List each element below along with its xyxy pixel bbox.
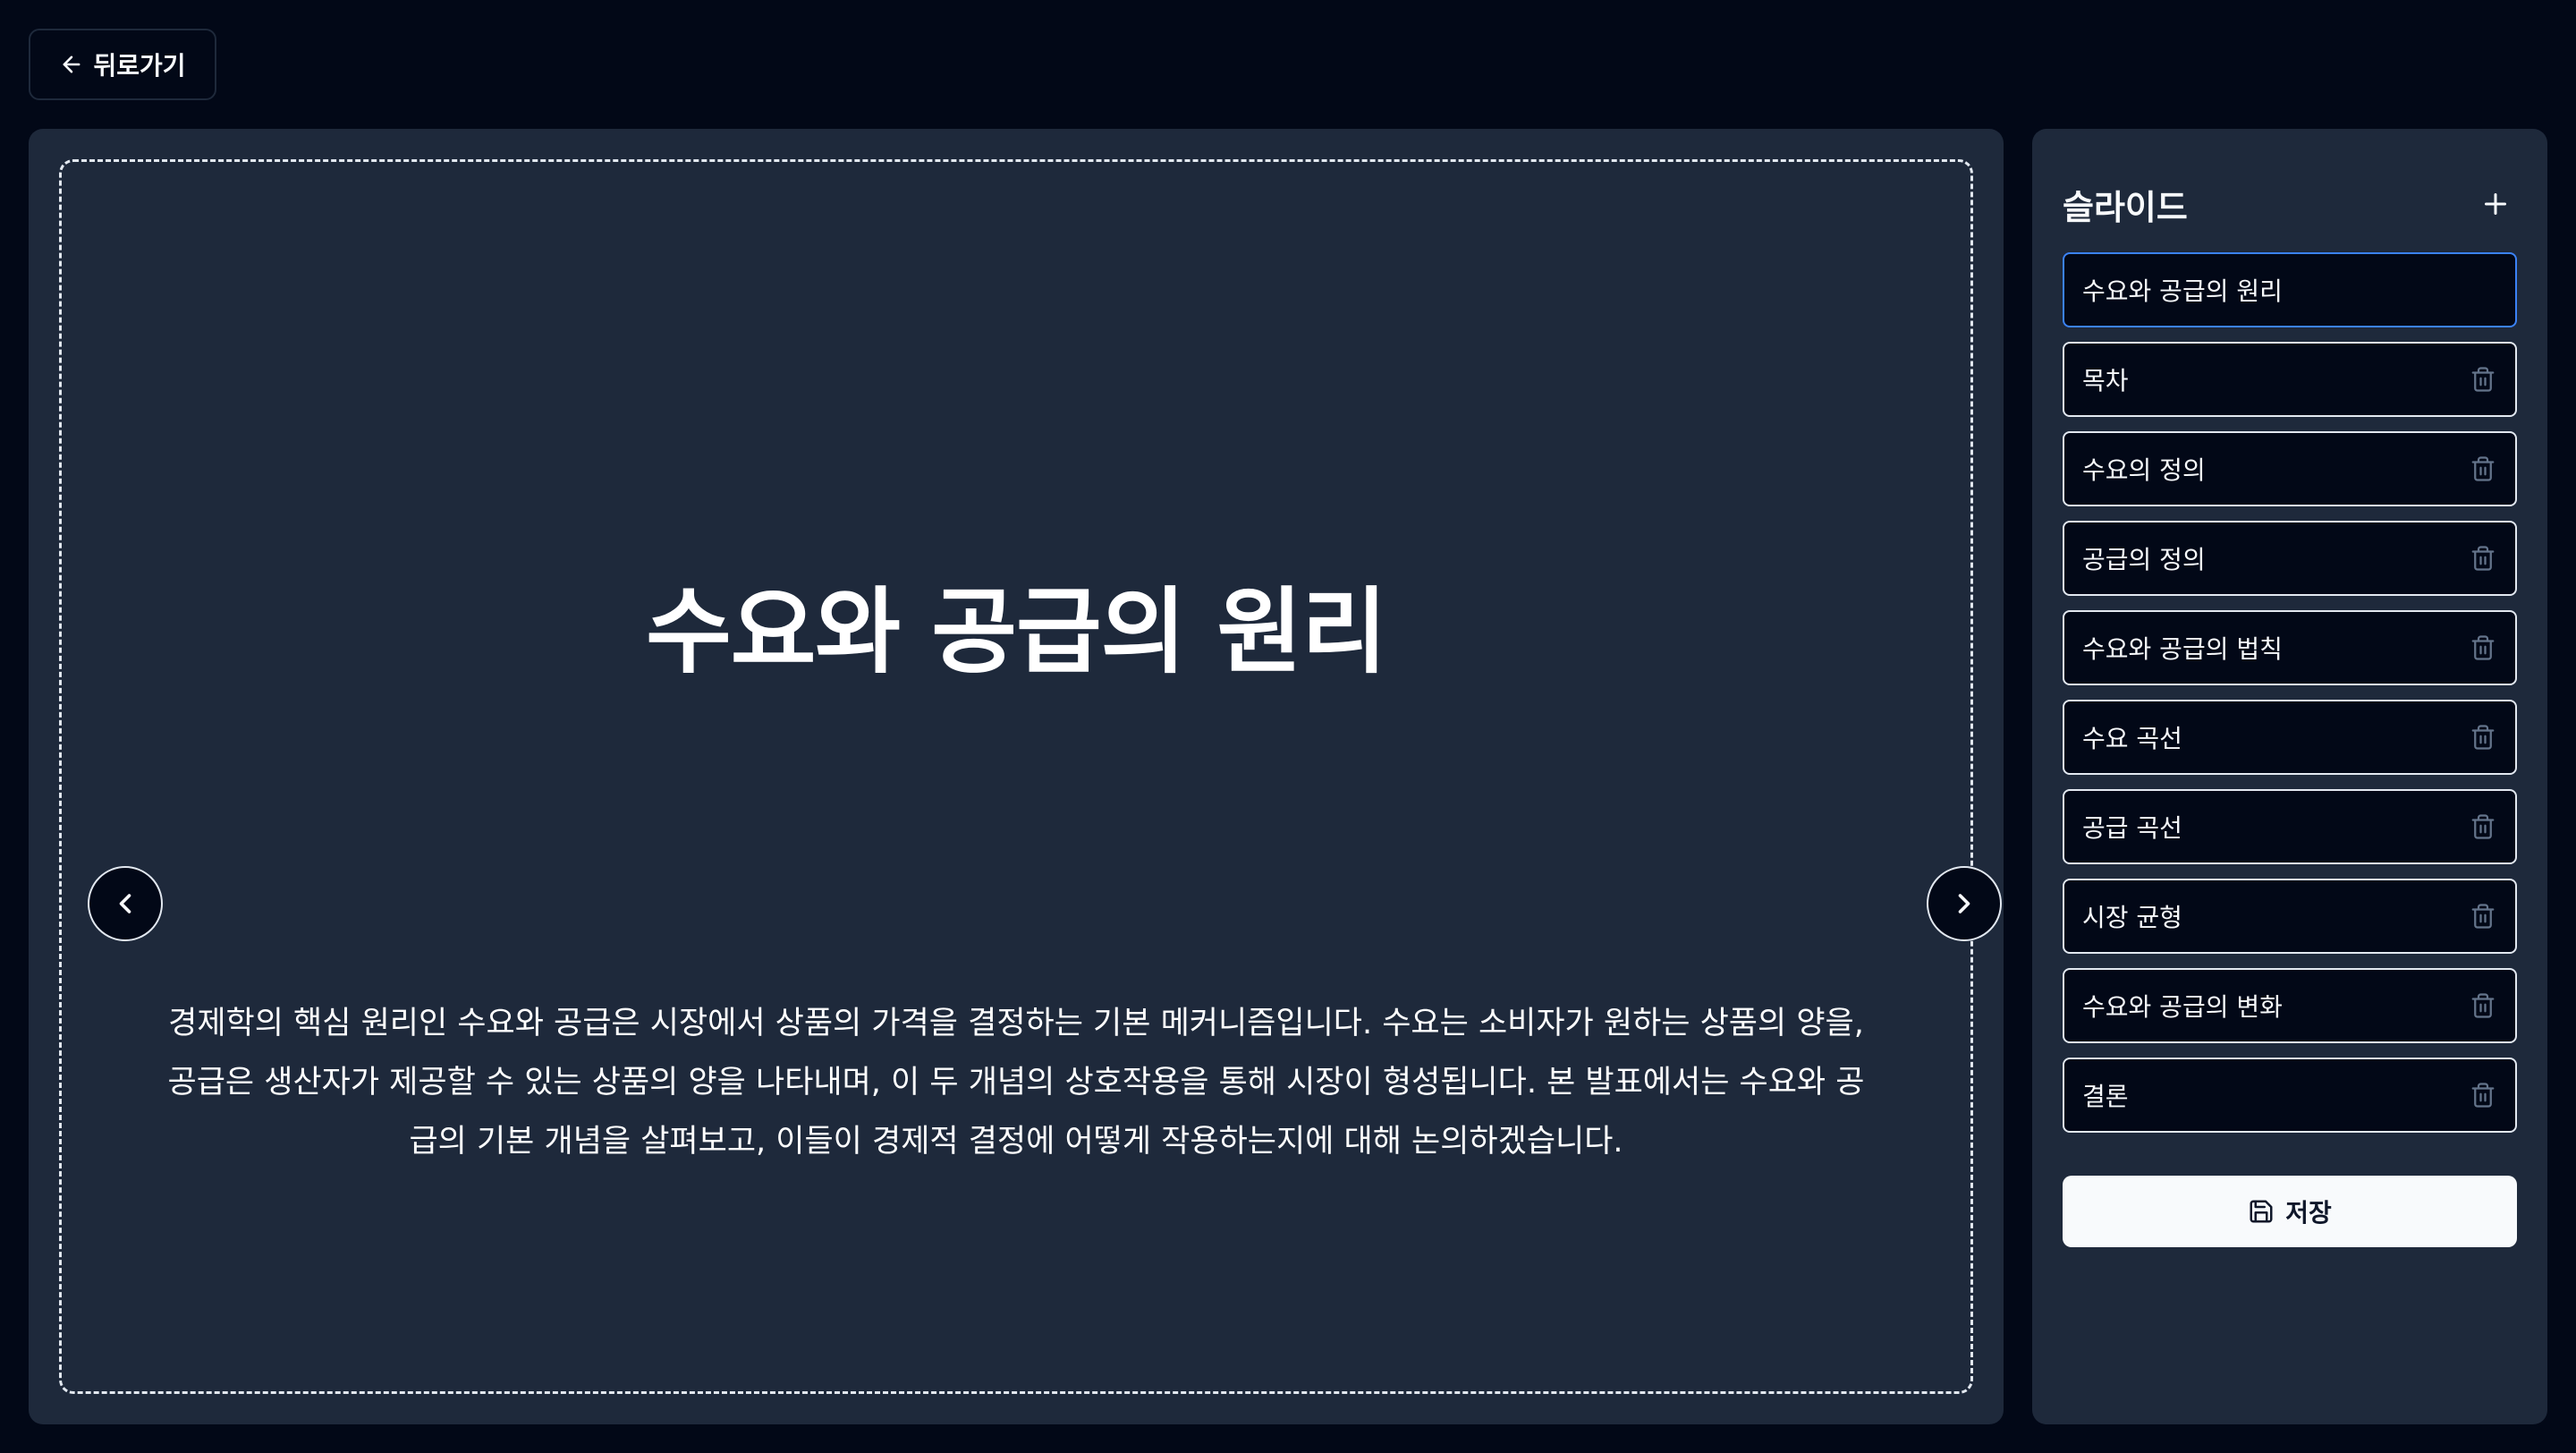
slide-list-item[interactable]: 공급 곡선 xyxy=(2063,789,2517,864)
slide-list-item-label: 수요와 공급의 원리 xyxy=(2082,276,2283,306)
slide-list-item-label: 공급의 정의 xyxy=(2082,545,2206,574)
add-slide-button[interactable] xyxy=(2474,183,2517,225)
delete-slide-button[interactable] xyxy=(2469,365,2497,394)
slide-title[interactable]: 수요와 공급의 원리 xyxy=(62,556,1970,691)
next-slide-button[interactable] xyxy=(1927,866,2002,941)
trash-icon xyxy=(2471,1083,2495,1108)
slide-list-item-label: 결론 xyxy=(2082,1082,2129,1111)
slide-list-item-label: 수요와 공급의 변화 xyxy=(2082,992,2283,1022)
back-button[interactable]: 뒤로가기 xyxy=(29,29,216,100)
sidebar-title: 슬라이드 xyxy=(2063,187,2188,227)
delete-slide-button[interactable] xyxy=(2469,455,2497,483)
slide-list-item[interactable]: 수요와 공급의 변화 xyxy=(2063,968,2517,1043)
slide-list-item[interactable]: 수요의 정의 xyxy=(2063,431,2517,506)
slide-list-item-label: 수요 곡선 xyxy=(2082,724,2182,753)
slide-list-item-label: 공급 곡선 xyxy=(2082,813,2182,843)
slide-list-item-label: 시장 균형 xyxy=(2082,903,2182,932)
chevron-left-icon xyxy=(119,894,131,913)
delete-slide-button[interactable] xyxy=(2469,991,2497,1020)
chevron-right-icon xyxy=(1958,894,1970,913)
delete-slide-button[interactable] xyxy=(2469,902,2497,930)
previous-slide-button[interactable] xyxy=(88,866,163,941)
slide-list-item[interactable]: 수요 곡선 xyxy=(2063,700,2517,775)
trash-icon xyxy=(2471,814,2495,839)
back-button-label: 뒤로가기 xyxy=(93,51,186,81)
slide-list-item[interactable]: 수요와 공급의 법칙 xyxy=(2063,610,2517,685)
slides-sidebar: 슬라이드 수요와 공급의 원리 목차 수요의 정의 공급의 정의 수요와 공급의… xyxy=(2032,129,2547,1424)
delete-slide-button[interactable] xyxy=(2469,723,2497,752)
trash-icon xyxy=(2471,367,2495,392)
slide-list-item[interactable]: 수요와 공급의 원리 xyxy=(2063,252,2517,327)
trash-icon xyxy=(2471,546,2495,571)
slide-body[interactable]: 경제학의 핵심 원리인 수요와 공급은 시장에서 상품의 가격을 결정하는 기본… xyxy=(160,994,1872,1171)
slide-list-item[interactable]: 시장 균형 xyxy=(2063,879,2517,954)
slide-editor: 수요와 공급의 원리 경제학의 핵심 원리인 수요와 공급은 시장에서 상품의 … xyxy=(29,129,2004,1424)
slide-list: 수요와 공급의 원리 목차 수요의 정의 공급의 정의 수요와 공급의 법칙 수… xyxy=(2063,252,2517,1147)
slide-list-item[interactable]: 목차 xyxy=(2063,342,2517,417)
trash-icon xyxy=(2471,993,2495,1018)
trash-icon xyxy=(2471,725,2495,750)
slide-list-item-label: 수요와 공급의 법칙 xyxy=(2082,634,2283,664)
delete-slide-button[interactable] xyxy=(2469,812,2497,841)
trash-icon xyxy=(2471,456,2495,481)
save-button[interactable]: 저장 xyxy=(2063,1176,2517,1247)
slide-list-item[interactable]: 공급의 정의 xyxy=(2063,521,2517,596)
delete-slide-button[interactable] xyxy=(2469,1081,2497,1109)
save-button-label: 저장 xyxy=(2285,1198,2332,1228)
plus-icon xyxy=(2485,193,2506,215)
slide-list-item-label: 목차 xyxy=(2082,366,2129,395)
save-icon xyxy=(2250,1200,2273,1223)
slide-list-item[interactable]: 결론 xyxy=(2063,1058,2517,1133)
delete-slide-button[interactable] xyxy=(2469,633,2497,662)
slide-list-item-label: 수요의 정의 xyxy=(2082,455,2206,485)
trash-icon xyxy=(2471,635,2495,660)
arrow-left-icon xyxy=(64,55,80,73)
slide-canvas[interactable]: 수요와 공급의 원리 경제학의 핵심 원리인 수요와 공급은 시장에서 상품의 … xyxy=(59,159,1973,1394)
sidebar-header: 슬라이드 xyxy=(2063,168,2517,240)
delete-slide-button[interactable] xyxy=(2469,544,2497,573)
trash-icon xyxy=(2471,904,2495,929)
